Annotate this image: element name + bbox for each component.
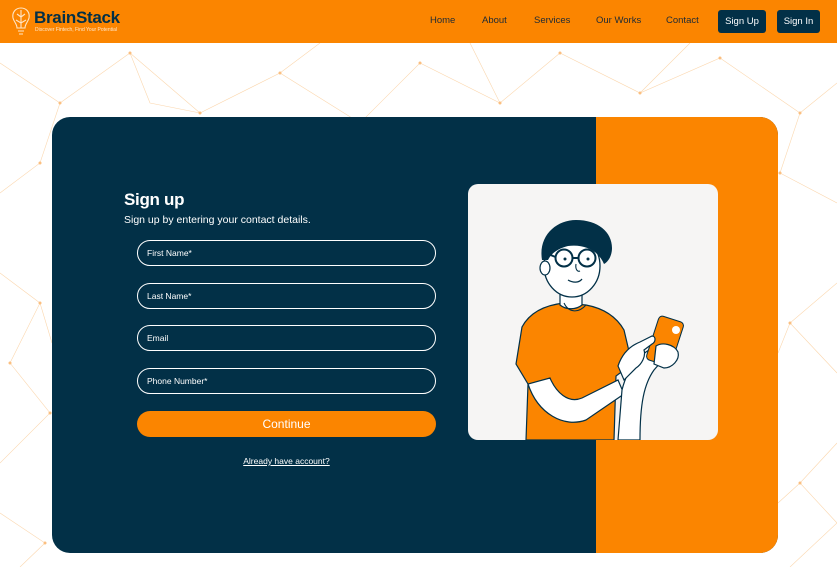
last-name-field[interactable] [137, 283, 436, 309]
nav-link-services[interactable]: Services [534, 15, 570, 26]
continue-button[interactable]: Continue [137, 411, 436, 437]
brain-bulb-icon [12, 7, 30, 35]
signup-card: Sign up Sign up by entering your contact… [52, 117, 778, 553]
nav-link-contact[interactable]: Contact [666, 15, 699, 26]
phone-number-field[interactable] [137, 368, 436, 394]
email-field[interactable] [137, 325, 436, 351]
nav-link-about[interactable]: About [482, 15, 507, 26]
already-have-account-link[interactable]: Already have account? [137, 456, 436, 466]
form-subtitle: Sign up by entering your contact details… [124, 214, 311, 226]
form-title: Sign up [124, 190, 185, 209]
nav-link-our-works[interactable]: Our Works [596, 15, 641, 26]
brand-logo[interactable]: BrainStack Discover Fintech, Find Your P… [11, 6, 136, 36]
nav-link-home[interactable]: Home [430, 15, 455, 26]
sign-up-button[interactable]: Sign Up [718, 10, 766, 33]
brand-tagline: Discover Fintech, Find Your Potential [35, 27, 117, 33]
brand-name: BrainStack [34, 8, 120, 27]
first-name-field[interactable] [137, 240, 436, 266]
person-using-phone-illustration [515, 220, 684, 440]
sign-in-button[interactable]: Sign In [777, 10, 820, 33]
illustration-panel [468, 184, 718, 440]
top-navbar: BrainStack Discover Fintech, Find Your P… [0, 0, 837, 43]
